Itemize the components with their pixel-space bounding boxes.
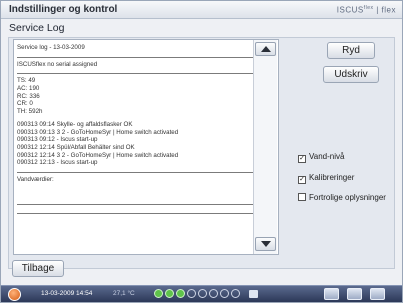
log-line: 090312 12:13 - Iscus start-up xyxy=(17,159,98,167)
screen-icon[interactable] xyxy=(370,288,385,300)
checkbox-calibrations-label: Kalibreringer xyxy=(309,173,355,182)
log-line: TS: 49 xyxy=(17,77,36,85)
brand-name: ISCUS xyxy=(336,5,364,15)
log-separator xyxy=(17,167,253,173)
status-taskbar: 13-03-2009 14:54 27,1 °C xyxy=(1,285,402,302)
log-line: AC: 190 xyxy=(17,85,40,93)
service-log-text: Service log - 13-03-2009 ISCUSflex no ser… xyxy=(17,44,253,217)
sample-indicators xyxy=(154,289,248,300)
checkbox-water-level-box[interactable]: ✓ xyxy=(298,155,306,163)
print-button[interactable]: Udskriv xyxy=(323,66,379,83)
checkbox-confidential[interactable]: Fortrolige oplysninger xyxy=(298,193,386,203)
log-line: 090313 09:14 Skylle- og affaldsflasker O… xyxy=(17,120,133,128)
service-log-box[interactable]: Service log - 13-03-2009 ISCUSflex no ser… xyxy=(13,39,279,255)
checkbox-confidential-box[interactable] xyxy=(298,193,306,201)
log-line: 090312 12:14 3 2 - GoToHomeSyr | Home sw… xyxy=(17,151,179,159)
sample-indicator-dot xyxy=(176,289,185,298)
log-separator xyxy=(17,199,253,205)
back-button[interactable]: Tilbage xyxy=(12,260,64,277)
log-line: Service log - 13-03-2009 xyxy=(17,44,85,51)
status-datetime: 13-03-2009 14:54 xyxy=(41,290,93,297)
checkbox-water-level-label: Vand-nivå xyxy=(309,152,345,161)
log-line: 090312 12:14 Spül/Abfall Behälter sind O… xyxy=(17,143,135,151)
log-scrollbar[interactable] xyxy=(253,40,277,254)
sample-indicator-dot xyxy=(209,289,218,298)
sample-indicator-dot xyxy=(198,289,207,298)
log-separator xyxy=(17,208,253,214)
sample-indicator-dot xyxy=(154,289,163,298)
checkbox-water-level[interactable]: ✓ Vand-nivå xyxy=(298,152,345,163)
power-icon[interactable] xyxy=(8,288,21,301)
scroll-up-button[interactable] xyxy=(255,42,276,56)
log-line: ISCUSflex no serial assigned xyxy=(17,60,98,68)
title-bar: Indstillinger og kontrol ISCUSflex | fle… xyxy=(1,1,402,19)
hand-icon[interactable] xyxy=(324,288,339,300)
status-temperature: 27,1 °C xyxy=(113,290,135,297)
window-title: Indstillinger og kontrol xyxy=(9,4,118,15)
log-line: TH: 592h xyxy=(17,108,43,116)
settings-window: Indstillinger og kontrol ISCUSflex | fle… xyxy=(0,0,403,303)
checkbox-calibrations[interactable]: ✓ Kalibreringer xyxy=(298,173,355,184)
brand-logo: ISCUSflex | flex xyxy=(336,5,396,15)
log-line: RC: 336 xyxy=(17,92,40,100)
clear-button[interactable]: Ryd xyxy=(327,42,375,59)
checkbox-confidential-label: Fortrolige oplysninger xyxy=(309,193,386,202)
sample-indicator-dot xyxy=(187,289,196,298)
sample-indicator-dot xyxy=(220,289,229,298)
checkbox-calibrations-box[interactable]: ✓ xyxy=(298,176,306,184)
gear-icon[interactable] xyxy=(347,288,362,300)
storage-icon xyxy=(249,290,258,298)
brand-sup: flex xyxy=(363,5,374,11)
arrow-down-icon xyxy=(261,241,271,247)
sample-indicator-dot xyxy=(231,289,240,298)
brand-suffix: flex xyxy=(381,5,396,15)
log-line: 090313 09:13 3 2 - GoToHomeSyr | Home sw… xyxy=(17,128,179,136)
scroll-down-button[interactable] xyxy=(255,237,276,251)
log-line: 090313 09:12 - Iscus start-up xyxy=(17,136,98,144)
page-title: Service Log xyxy=(9,22,65,34)
sample-indicator-dot xyxy=(165,289,174,298)
arrow-up-icon xyxy=(261,46,271,52)
log-line: CR: 0 xyxy=(17,100,33,108)
log-separator xyxy=(17,68,253,75)
log-separator xyxy=(17,52,253,58)
log-line: Vandværdier: xyxy=(17,175,54,183)
